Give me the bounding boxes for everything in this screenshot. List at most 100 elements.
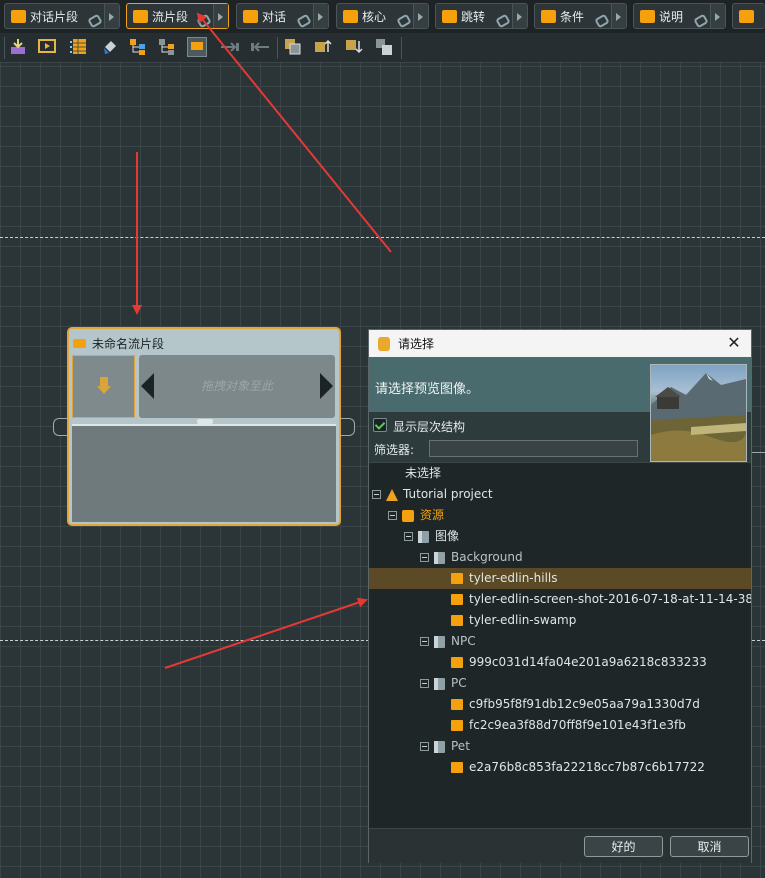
tree-item-assets[interactable]: 资源 xyxy=(388,505,444,526)
app-icon xyxy=(378,336,390,351)
flow-fragment-node[interactable]: 未命名流片段 拖拽对象至此 xyxy=(67,327,341,526)
tree-item-label: tyler-edlin-swamp xyxy=(469,613,577,627)
tree-item-label: Background xyxy=(451,550,523,564)
tree-item-label: e2a76b8c853fa22218cc7b87c6b17722 xyxy=(469,760,705,774)
stack-down-icon[interactable] xyxy=(345,38,363,56)
tree-item-image[interactable]: tyler-edlin-swamp xyxy=(451,610,576,631)
asset-tree[interactable]: 未选择 Tutorial project 资源 图像 Background ty… xyxy=(369,462,751,829)
paint-icon[interactable] xyxy=(101,38,119,56)
node-body[interactable] xyxy=(72,424,336,522)
dialogue-button[interactable]: 对话 xyxy=(236,3,329,29)
tree-item-images[interactable]: 图像 xyxy=(404,526,459,547)
image-asset-icon xyxy=(451,615,463,626)
canvas-boundary-top xyxy=(0,237,765,238)
jump-button[interactable]: 跳转 xyxy=(435,3,528,29)
collapse-icon[interactable] xyxy=(404,532,413,541)
stack-icon[interactable] xyxy=(284,38,302,56)
image-asset-icon xyxy=(451,573,463,584)
tree-item-pc[interactable]: PC xyxy=(420,673,467,694)
drop-arrow-icon xyxy=(97,377,111,394)
tree-item-label: c9fb95f8f91db12c9e05aa79a1330d7d xyxy=(469,697,700,711)
folder-icon xyxy=(434,635,445,648)
more-node-button[interactable] xyxy=(732,3,765,29)
folder-icon xyxy=(418,530,429,543)
tree-item-image[interactable]: 999c031d14fa04e201a9a6218c833233 xyxy=(451,652,707,673)
node-type-toolbar: 对话片段 流片段 对话 核心 跳转 条件 说明 xyxy=(0,0,765,34)
import-icon[interactable] xyxy=(9,38,27,56)
image-asset-icon xyxy=(451,762,463,773)
tree-item-image[interactable]: c9fb95f8f91db12c9e05aa79a1330d7d xyxy=(451,694,700,715)
dropdown-arrow-icon[interactable] xyxy=(313,4,328,28)
next-arrow-icon[interactable] xyxy=(320,373,333,399)
filter-label: 筛选器: xyxy=(374,443,415,457)
dropdown-arrow-icon[interactable] xyxy=(611,4,626,28)
preview-thumbnail xyxy=(650,364,747,462)
flow-fragment-button[interactable]: 流片段 xyxy=(126,3,229,29)
disconnect-icon[interactable] xyxy=(249,38,271,56)
node-title-text: 未命名流片段 xyxy=(92,336,165,351)
node-drop-area[interactable]: 拖拽对象至此 xyxy=(139,355,335,418)
dialogue-fragment-button[interactable]: 对话片段 xyxy=(4,3,120,29)
flow-fragment-icon[interactable] xyxy=(187,37,207,57)
ok-button[interactable]: 好的 xyxy=(584,836,663,857)
connect-icon[interactable] xyxy=(219,38,241,56)
edit-toolbar xyxy=(0,33,765,63)
close-icon[interactable]: ✕ xyxy=(725,334,743,352)
grid-icon[interactable] xyxy=(70,38,88,56)
folder-icon xyxy=(434,677,445,690)
tree-item-npc[interactable]: NPC xyxy=(420,631,476,652)
link-icon xyxy=(495,13,511,29)
show-hierarchy-checkbox[interactable] xyxy=(373,418,387,432)
dropdown-arrow-icon[interactable] xyxy=(104,4,119,28)
play-icon[interactable] xyxy=(38,38,56,56)
collapse-icon[interactable] xyxy=(420,637,429,646)
collapse-icon[interactable] xyxy=(420,742,429,751)
hub-label: 核心 xyxy=(362,9,387,24)
tree-item-image[interactable]: fc2c9ea3f88d70ff8f9e101e43f1e3fb xyxy=(451,715,686,736)
tree-item-project[interactable]: Tutorial project xyxy=(372,484,493,505)
tree-item-none[interactable]: 未选择 xyxy=(405,463,441,484)
collapse-icon[interactable] xyxy=(420,679,429,688)
dialog-footer: 好的 取消 xyxy=(369,828,751,863)
tree-item-pet[interactable]: Pet xyxy=(420,736,470,757)
dropdown-arrow-icon[interactable] xyxy=(512,4,527,28)
filter-input[interactable] xyxy=(429,440,638,457)
link-icon xyxy=(594,13,610,29)
node-preview-slot[interactable] xyxy=(72,355,135,418)
dialogue-fragment-icon xyxy=(11,9,26,23)
collapse-icon[interactable] xyxy=(388,511,397,520)
hierarchy-icon[interactable] xyxy=(129,38,147,56)
cancel-button[interactable]: 取消 xyxy=(670,836,749,857)
tree-item-label: 图像 xyxy=(435,529,460,543)
flow-fragment-label: 流片段 xyxy=(152,9,189,24)
landscape-preview-image xyxy=(651,373,746,461)
hub-button[interactable]: 核心 xyxy=(336,3,429,29)
tree-item-label: 未选择 xyxy=(405,466,442,480)
dropdown-arrow-icon[interactable] xyxy=(213,4,228,28)
image-asset-icon xyxy=(451,657,463,668)
tree-item-image[interactable]: e2a76b8c853fa22218cc7b87c6b17722 xyxy=(451,757,705,778)
hierarchy2-icon[interactable] xyxy=(158,38,176,56)
stack-up-icon[interactable] xyxy=(314,38,332,56)
image-asset-icon xyxy=(451,699,463,710)
collapse-icon[interactable] xyxy=(420,553,429,562)
dropdown-arrow-icon[interactable] xyxy=(413,4,428,28)
tree-item-image[interactable]: tyler-edlin-screen-shot-2016-07-18-at-11… xyxy=(451,589,751,610)
select-dialog: 请选择 ✕ 请选择预览图像。 显示层次结构 筛选器: 未选择 Tutorial … xyxy=(368,329,752,863)
collapse-icon[interactable] xyxy=(372,490,381,499)
tree-item-image-selected[interactable]: tyler-edlin-hills xyxy=(369,568,751,589)
tree-item-label: NPC xyxy=(451,634,476,648)
image-asset-icon xyxy=(451,720,463,731)
dialogue-fragment-label: 对话片段 xyxy=(30,9,79,24)
layers-icon[interactable] xyxy=(375,38,393,56)
tree-item-background[interactable]: Background xyxy=(420,547,523,568)
drop-hint: 拖拽对象至此 xyxy=(200,379,273,393)
comment-button[interactable]: 说明 xyxy=(633,3,726,29)
node-input-pin[interactable] xyxy=(53,418,67,436)
dialog-titlebar[interactable]: 请选择 ✕ xyxy=(369,330,751,357)
hub-icon xyxy=(343,9,358,23)
connection-line xyxy=(752,452,765,453)
condition-button[interactable]: 条件 xyxy=(534,3,627,29)
dropdown-arrow-icon[interactable] xyxy=(710,4,725,28)
node-output-pin[interactable] xyxy=(341,418,355,436)
